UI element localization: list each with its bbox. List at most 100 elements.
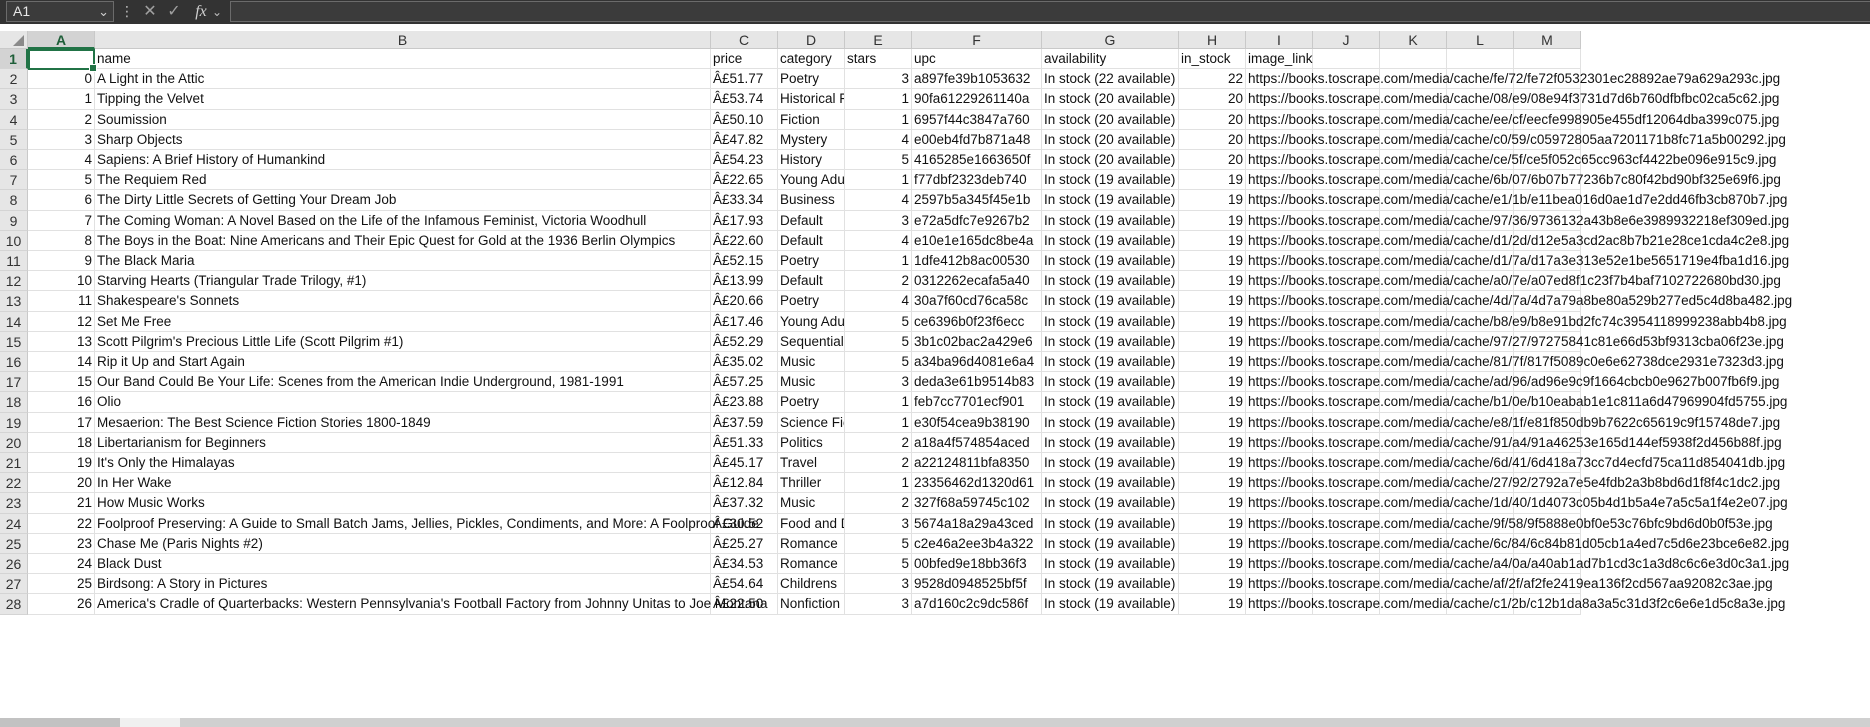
cell-e20[interactable]: 2	[845, 432, 912, 453]
cell-h21[interactable]: 19	[1179, 453, 1246, 474]
cell-i8[interactable]: https://books.toscrape.com/media/cache/e…	[1246, 190, 1787, 211]
cell-c25[interactable]: Â£25.27	[711, 533, 778, 554]
cell-h12[interactable]: 19	[1179, 271, 1246, 292]
cell-a28[interactable]: 26	[28, 594, 95, 615]
cell-i21[interactable]: https://books.toscrape.com/media/cache/6…	[1246, 453, 1785, 474]
cell-d26[interactable]: Romance	[778, 554, 845, 575]
cell-i13[interactable]: https://books.toscrape.com/media/cache/4…	[1246, 291, 1792, 312]
cell-e13[interactable]: 4	[845, 291, 912, 312]
cell-h19[interactable]: 19	[1179, 412, 1246, 433]
function-chevron-icon[interactable]: ⌄	[211, 0, 223, 24]
cell-b16[interactable]: Rip it Up and Start Again	[95, 352, 711, 373]
cell-c22[interactable]: Â£12.84	[711, 473, 778, 494]
column-header-h[interactable]: H	[1179, 31, 1246, 49]
cell-f25[interactable]: c2e46a2ee3b4a322	[912, 533, 1042, 554]
cell-i1[interactable]: image_link	[1246, 49, 1313, 70]
cell-i20[interactable]: https://books.toscrape.com/media/cache/9…	[1246, 432, 1782, 453]
cell-i25[interactable]: https://books.toscrape.com/media/cache/6…	[1246, 533, 1789, 554]
cell-g2[interactable]: In stock (22 available)	[1042, 69, 1179, 90]
cell-h23[interactable]: 19	[1179, 493, 1246, 514]
cell-g4[interactable]: In stock (20 available)	[1042, 109, 1179, 130]
cell-f6[interactable]: 4165285e1663650f	[912, 150, 1042, 171]
cell-a15[interactable]: 13	[28, 331, 95, 352]
cell-c4[interactable]: Â£50.10	[711, 109, 778, 130]
cell-a19[interactable]: 17	[28, 412, 95, 433]
cell-f20[interactable]: a18a4f574854aced	[912, 432, 1042, 453]
cell-i12[interactable]: https://books.toscrape.com/media/cache/a…	[1246, 271, 1781, 292]
cell-i10[interactable]: https://books.toscrape.com/media/cache/d…	[1246, 230, 1789, 251]
cell-b15[interactable]: Scott Pilgrim's Precious Little Life (Sc…	[95, 331, 711, 352]
cell-e23[interactable]: 2	[845, 493, 912, 514]
cell-h1[interactable]: in_stock	[1179, 49, 1246, 70]
row-header[interactable]: 7	[0, 170, 28, 191]
cell-b11[interactable]: The Black Maria	[95, 251, 711, 272]
cell-a16[interactable]: 14	[28, 352, 95, 373]
cell-a17[interactable]: 15	[28, 372, 95, 393]
cell-d9[interactable]: Default	[778, 210, 845, 231]
enter-icon[interactable]: ✓	[164, 0, 184, 24]
cell-g12[interactable]: In stock (19 available)	[1042, 271, 1179, 292]
cell-c14[interactable]: Â£17.46	[711, 311, 778, 332]
cell-i27[interactable]: https://books.toscrape.com/media/cache/a…	[1246, 574, 1773, 595]
cell-c1[interactable]: price	[711, 49, 778, 70]
cell-a18[interactable]: 16	[28, 392, 95, 413]
row-header[interactable]: 2	[0, 69, 28, 90]
cell-d10[interactable]: Default	[778, 230, 845, 251]
cell-h6[interactable]: 20	[1179, 150, 1246, 171]
cell-f3[interactable]: 90fa61229261140a	[912, 89, 1042, 110]
cell-i3[interactable]: https://books.toscrape.com/media/cache/0…	[1246, 89, 1779, 110]
cell-g23[interactable]: In stock (19 available)	[1042, 493, 1179, 514]
row-header[interactable]: 11	[0, 251, 28, 272]
column-header-a[interactable]: A	[28, 31, 95, 49]
cell-e17[interactable]: 3	[845, 372, 912, 393]
cell-b14[interactable]: Set Me Free	[95, 311, 711, 332]
cell-b24[interactable]: Foolproof Preserving: A Guide to Small B…	[95, 513, 759, 534]
more-options-icon[interactable]: ⋮	[120, 2, 134, 21]
cell-e9[interactable]: 3	[845, 210, 912, 231]
row-header[interactable]: 10	[0, 230, 28, 251]
cancel-icon[interactable]: ✕	[140, 0, 160, 24]
cell-d6[interactable]: History	[778, 150, 845, 171]
cell-f4[interactable]: 6957f44c3847a760	[912, 109, 1042, 130]
cell-i11[interactable]: https://books.toscrape.com/media/cache/d…	[1246, 251, 1789, 272]
cell-e3[interactable]: 1	[845, 89, 912, 110]
cell-g8[interactable]: In stock (19 available)	[1042, 190, 1179, 211]
cell-c23[interactable]: Â£37.32	[711, 493, 778, 514]
cell-h22[interactable]: 19	[1179, 473, 1246, 494]
cell-i24[interactable]: https://books.toscrape.com/media/cache/9…	[1246, 513, 1773, 534]
cell-c5[interactable]: Â£47.82	[711, 129, 778, 150]
cell-c16[interactable]: Â£35.02	[711, 352, 778, 373]
cell-f16[interactable]: a34ba96d4081e6a4	[912, 352, 1042, 373]
cell-f19[interactable]: e30f54cea9b38190	[912, 412, 1042, 433]
row-header[interactable]: 18	[0, 392, 28, 413]
cell-f23[interactable]: 327f68a59745c102	[912, 493, 1042, 514]
cell-h28[interactable]: 19	[1179, 594, 1246, 615]
cell-f5[interactable]: e00eb4fd7b871a48	[912, 129, 1042, 150]
cell-b8[interactable]: The Dirty Little Secrets of Getting Your…	[95, 190, 711, 211]
cell-a9[interactable]: 7	[28, 210, 95, 231]
cell-f11[interactable]: 1dfe412b8ac00530	[912, 251, 1042, 272]
cell-i26[interactable]: https://books.toscrape.com/media/cache/a…	[1246, 554, 1789, 575]
cell-a6[interactable]: 4	[28, 150, 95, 171]
cell-e24[interactable]: 3	[845, 513, 912, 534]
cell-e5[interactable]: 4	[845, 129, 912, 150]
cell-i23[interactable]: https://books.toscrape.com/media/cache/1…	[1246, 493, 1788, 514]
cell-d20[interactable]: Politics	[778, 432, 845, 453]
cell-f8[interactable]: 2597b5a345f45e1b	[912, 190, 1042, 211]
cell-a7[interactable]: 5	[28, 170, 95, 191]
row-header[interactable]: 3	[0, 89, 28, 110]
row-header[interactable]: 17	[0, 372, 28, 393]
cell-i2[interactable]: https://books.toscrape.com/media/cache/f…	[1246, 69, 1780, 90]
cell-e6[interactable]: 5	[845, 150, 912, 171]
row-header[interactable]: 20	[0, 432, 28, 453]
cell-c26[interactable]: Â£34.53	[711, 554, 778, 575]
cell-h7[interactable]: 19	[1179, 170, 1246, 191]
cell-c18[interactable]: Â£23.88	[711, 392, 778, 413]
column-header-f[interactable]: F	[912, 31, 1042, 49]
cell-a13[interactable]: 11	[28, 291, 95, 312]
cell-d13[interactable]: Poetry	[778, 291, 845, 312]
cell-c6[interactable]: Â£54.23	[711, 150, 778, 171]
cell-d22[interactable]: Thriller	[778, 473, 845, 494]
cell-e16[interactable]: 5	[845, 352, 912, 373]
cell-d17[interactable]: Music	[778, 372, 845, 393]
